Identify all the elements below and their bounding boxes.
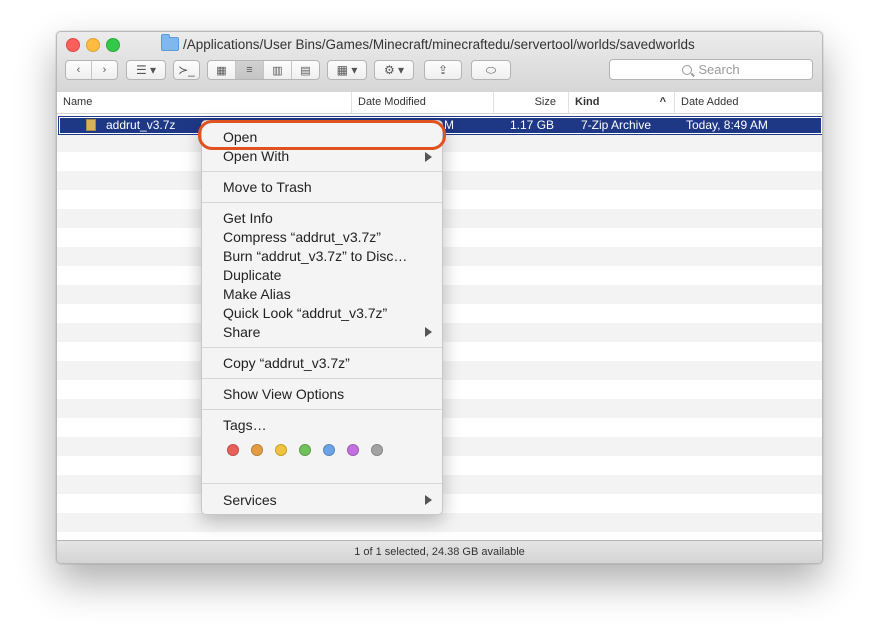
menu-item-share[interactable]: Share [223, 324, 260, 340]
tag-yellow-dot[interactable] [275, 444, 287, 456]
group-button[interactable]: ▦ ▾ [327, 60, 367, 80]
cover-flow-button[interactable]: ▤ [292, 61, 319, 79]
menu-item-tags[interactable]: Tags… [223, 417, 267, 433]
column-name[interactable]: Name [57, 92, 351, 113]
list-arrange-icon: ☰ ▾ [135, 63, 157, 77]
menu-separator [202, 483, 442, 484]
open-highlight-ring [198, 120, 446, 150]
share-icon: ⇪ [437, 63, 449, 77]
file-size: 1.17 GB [510, 118, 555, 132]
menu-item-get-info[interactable]: Get Info [223, 210, 273, 226]
status-bar: 1 of 1 selected, 24.38 GB available [57, 540, 822, 563]
submenu-arrow-icon [425, 152, 432, 162]
close-button[interactable] [66, 38, 80, 52]
tag-green-dot[interactable] [299, 444, 311, 456]
search-icon [682, 64, 693, 75]
column-date-added[interactable]: Date Added [674, 92, 822, 113]
folder-icon [161, 34, 179, 51]
menu-item-compress[interactable]: Compress “addrut_v3.7z” [223, 229, 381, 245]
menu-separator [202, 171, 442, 172]
submenu-arrow-icon [425, 327, 432, 337]
tag-purple-dot[interactable] [347, 444, 359, 456]
tag-icon: ⬭ [485, 62, 497, 77]
file-name: addrut_v3.7z [106, 118, 176, 132]
menu-item-make-alias[interactable]: Make Alias [223, 286, 291, 302]
menu-item-move-to-trash[interactable]: Move to Trash [223, 179, 312, 195]
menu-separator [202, 347, 442, 348]
search-placeholder: Search [698, 62, 740, 77]
menu-item-burn[interactable]: Burn “addrut_v3.7z” to Disc… [223, 248, 407, 264]
columns-icon: ▥ [272, 64, 283, 77]
tag-red-dot[interactable] [227, 444, 239, 456]
group-icon: ▦ ▾ [336, 63, 358, 77]
back-forward-buttons: ‹ › [65, 60, 118, 80]
column-view-button[interactable]: ▥ [264, 61, 292, 79]
window-title: /Applications/User Bins/Games/Minecraft/… [161, 34, 695, 53]
terminal-button[interactable]: ≻_ [173, 60, 200, 80]
tag-blue-dot[interactable] [323, 444, 335, 456]
menu-item-open-with[interactable]: Open With [223, 148, 289, 164]
search-field[interactable]: Search [609, 59, 813, 80]
window-title-path: /Applications/User Bins/Games/Minecraft/… [183, 36, 695, 52]
menu-separator [202, 202, 442, 203]
context-menu: Open Open With Move to Trash Get Info Co… [201, 120, 443, 515]
menu-item-copy[interactable]: Copy “addrut_v3.7z” [223, 355, 350, 371]
gear-icon: ⚙ ▾ [383, 63, 405, 77]
submenu-arrow-icon [425, 495, 432, 505]
menu-separator [202, 378, 442, 379]
menu-item-quick-look[interactable]: Quick Look “addrut_v3.7z” [223, 305, 387, 321]
file-date-added: Today, 8:49 AM [686, 118, 768, 132]
tag-gray-dot[interactable] [371, 444, 383, 456]
file-kind: 7-Zip Archive [581, 118, 652, 132]
list-view-button[interactable]: ≡ [236, 61, 264, 79]
list-row [57, 513, 822, 532]
arrange-button[interactable]: ☰ ▾ [126, 60, 166, 80]
action-button[interactable]: ⚙ ▾ [374, 60, 414, 80]
view-mode-buttons: ▦ ≡ ▥ ▤ [207, 60, 320, 80]
back-button[interactable]: ‹ [66, 61, 92, 79]
share-button[interactable]: ⇪ [424, 60, 462, 80]
cover-flow-icon: ▤ [300, 64, 311, 77]
chevron-left-icon: ‹ [76, 64, 81, 76]
menu-item-show-view-options[interactable]: Show View Options [223, 386, 344, 402]
column-kind[interactable]: Kind ^ [568, 92, 674, 113]
list-icon: ≡ [246, 64, 253, 76]
column-date-modified[interactable]: Date Modified [351, 92, 493, 113]
archive-file-icon [86, 119, 96, 131]
column-kind-label: Kind [575, 96, 600, 108]
chevron-right-icon: › [102, 64, 107, 76]
forward-button[interactable]: › [92, 61, 117, 79]
column-header: Name Date Modified Size Kind ^ Date Adde… [57, 92, 822, 114]
grid-icon: ▦ [216, 64, 227, 77]
menu-item-duplicate[interactable]: Duplicate [223, 267, 281, 283]
menu-item-services[interactable]: Services [223, 492, 277, 508]
column-size[interactable]: Size [493, 92, 568, 113]
zoom-button[interactable] [106, 38, 120, 52]
menu-separator [202, 409, 442, 410]
icon-view-button[interactable]: ▦ [208, 61, 236, 79]
terminal-icon: ≻_ [178, 63, 195, 77]
sort-ascending-icon: ^ [659, 96, 666, 108]
tags-button[interactable]: ⬭ [471, 60, 511, 80]
tag-orange-dot[interactable] [251, 444, 263, 456]
titlebar: /Applications/User Bins/Games/Minecraft/… [57, 32, 822, 93]
minimize-button[interactable] [86, 38, 100, 52]
